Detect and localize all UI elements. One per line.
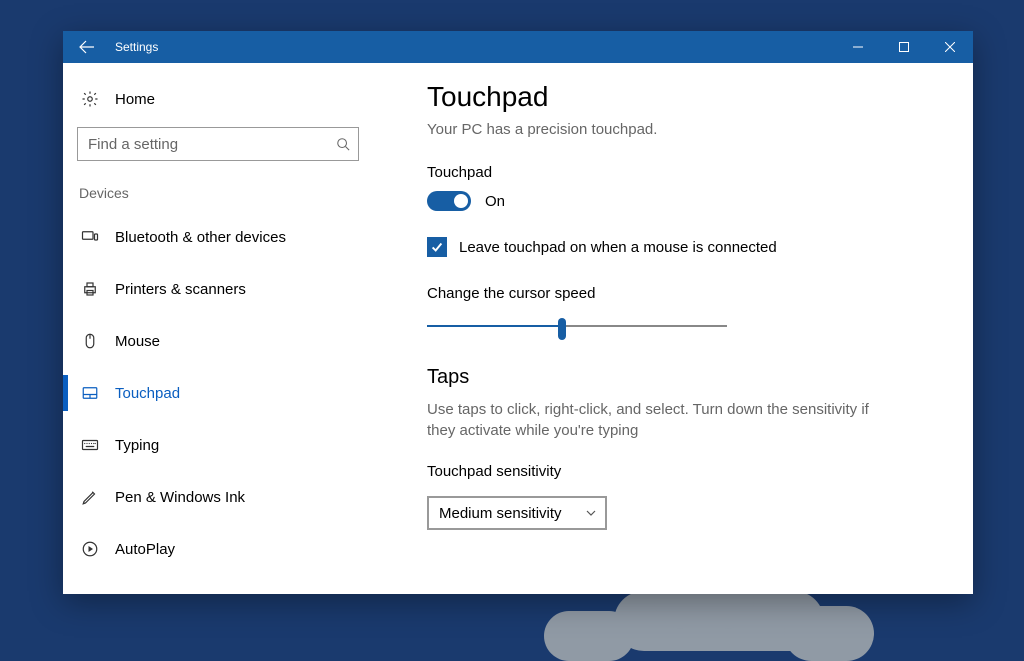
mouse-icon xyxy=(79,332,101,350)
devices-icon xyxy=(79,228,101,246)
main-content: Touchpad Your PC has a precision touchpa… xyxy=(373,63,973,594)
sidebar-item-label: Mouse xyxy=(115,333,160,350)
sensitivity-select[interactable]: Medium sensitivity xyxy=(427,496,607,530)
cursor-speed-label: Change the cursor speed xyxy=(427,285,941,302)
taps-heading: Taps xyxy=(427,366,941,389)
sidebar-item-printers[interactable]: Printers & scanners xyxy=(63,267,373,311)
gear-icon xyxy=(79,90,101,108)
touchpad-toggle-label: Touchpad xyxy=(427,164,941,181)
page-subtitle: Your PC has a precision touchpad. xyxy=(427,121,941,138)
sidebar-item-mouse[interactable]: Mouse xyxy=(63,319,373,363)
autoplay-icon xyxy=(79,540,101,558)
sidebar-item-label: AutoPlay xyxy=(115,541,175,558)
close-button[interactable] xyxy=(927,31,973,63)
titlebar: Settings xyxy=(63,31,973,63)
maximize-icon xyxy=(899,42,909,52)
sensitivity-label: Touchpad sensitivity xyxy=(427,463,941,480)
minimize-icon xyxy=(853,42,863,52)
sensitivity-value: Medium sensitivity xyxy=(439,505,562,522)
search-input[interactable] xyxy=(88,136,336,153)
sidebar-item-pen[interactable]: Pen & Windows Ink xyxy=(63,475,373,519)
sidebar-item-label: Printers & scanners xyxy=(115,281,246,298)
sidebar-item-label: Bluetooth & other devices xyxy=(115,229,286,246)
sidebar-item-label: Touchpad xyxy=(115,385,180,402)
sidebar-item-bluetooth[interactable]: Bluetooth & other devices xyxy=(63,215,373,259)
maximize-button[interactable] xyxy=(881,31,927,63)
sidebar-item-label: Typing xyxy=(115,437,159,454)
sidebar-item-autoplay[interactable]: AutoPlay xyxy=(63,527,373,571)
search-icon xyxy=(336,137,350,151)
sidebar-item-label: Pen & Windows Ink xyxy=(115,489,245,506)
search-input-wrap[interactable] xyxy=(77,127,359,161)
chevron-down-icon xyxy=(585,507,597,519)
settings-window: Settings Home xyxy=(63,31,973,594)
pen-icon xyxy=(79,488,101,506)
leave-on-label: Leave touchpad on when a mouse is connec… xyxy=(459,239,777,256)
sidebar-category: Devices xyxy=(63,179,373,215)
taps-description: Use taps to click, right-click, and sele… xyxy=(427,399,897,441)
cursor-speed-slider[interactable] xyxy=(427,316,727,336)
leave-on-checkbox[interactable] xyxy=(427,237,447,257)
check-icon xyxy=(430,240,444,254)
page-title: Touchpad xyxy=(427,81,941,113)
back-button[interactable] xyxy=(63,31,111,63)
window-title: Settings xyxy=(115,40,158,54)
printer-icon xyxy=(79,280,101,298)
sidebar-item-touchpad[interactable]: Touchpad xyxy=(63,371,373,415)
touchpad-toggle[interactable] xyxy=(427,191,471,211)
sidebar: Home Devices Bluetooth & other devices xyxy=(63,63,373,594)
back-arrow-icon xyxy=(79,39,95,55)
minimize-button[interactable] xyxy=(835,31,881,63)
touchpad-toggle-state: On xyxy=(485,193,505,210)
home-label: Home xyxy=(115,91,155,108)
home-button[interactable]: Home xyxy=(63,77,373,121)
keyboard-icon xyxy=(79,436,101,454)
slider-thumb[interactable] xyxy=(558,318,566,340)
close-icon xyxy=(945,42,955,52)
sidebar-item-typing[interactable]: Typing xyxy=(63,423,373,467)
touchpad-icon xyxy=(79,384,101,402)
